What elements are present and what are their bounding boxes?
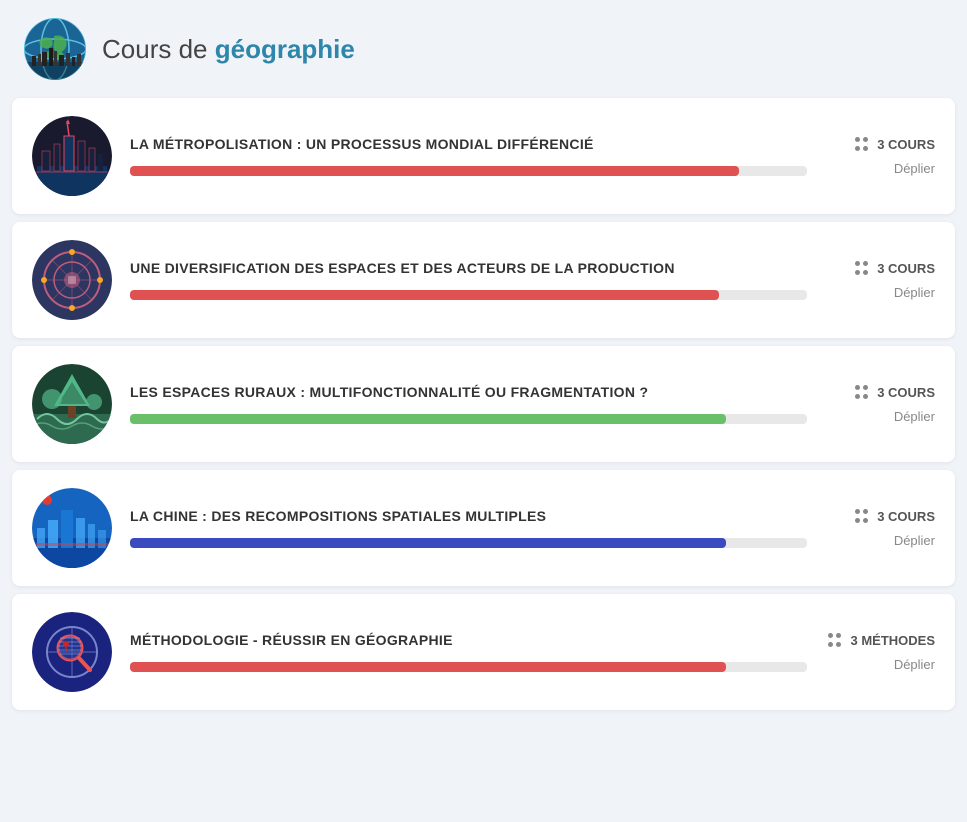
course-content-ruraux: LES ESPACES RURAUX : MULTIFONCTIONNALITÉ… (130, 384, 807, 424)
dots-icon-methodologie (828, 633, 844, 649)
course-count-methodologie: 3 MÉTHODES (828, 633, 935, 649)
course-content-metropolisation: LA MÉTROPOLISATION : UN PROCESSUS MONDIA… (130, 136, 807, 176)
deploy-button-chine[interactable]: Déplier (894, 533, 935, 548)
progress-bar-bg-chine (130, 538, 807, 548)
dots-icon-chine (855, 509, 871, 525)
course-thumb-ruraux (32, 364, 112, 444)
progress-bar-fill-chine (130, 538, 726, 548)
progress-bar-bg-ruraux (130, 414, 807, 424)
course-title-ruraux: LES ESPACES RURAUX : MULTIFONCTIONNALITÉ… (130, 384, 807, 400)
course-thumb-metropolisation (32, 116, 112, 196)
course-title-metropolisation: LA MÉTROPOLISATION : UN PROCESSUS MONDIA… (130, 136, 807, 152)
progress-bar-fill-diversification (130, 290, 719, 300)
title-bold: géographie (215, 34, 355, 64)
course-content-diversification: UNE DIVERSIFICATION DES ESPACES ET DES A… (130, 260, 807, 300)
deploy-button-methodologie[interactable]: Déplier (894, 657, 935, 672)
progress-bar-fill-methodologie (130, 662, 726, 672)
count-label-metropolisation: 3 COURS (877, 137, 935, 152)
course-thumb-diversification (32, 240, 112, 320)
progress-bar-fill-metropolisation (130, 166, 739, 176)
course-list: LA MÉTROPOLISATION : UN PROCESSUS MONDIA… (0, 98, 967, 710)
course-card-methodologie: MÉTHODOLOGIE - RÉUSSIR EN GÉOGRAPHIE 3 MÉ… (12, 594, 955, 710)
count-label-ruraux: 3 COURS (877, 385, 935, 400)
course-thumb-methodologie (32, 612, 112, 692)
dots-icon-ruraux (855, 385, 871, 401)
course-card-ruraux: LES ESPACES RURAUX : MULTIFONCTIONNALITÉ… (12, 346, 955, 462)
deploy-button-diversification[interactable]: Déplier (894, 285, 935, 300)
course-card-chine: LA CHINE : DES RECOMPOSITIONS SPATIALES … (12, 470, 955, 586)
course-count-diversification: 3 COURS (855, 261, 935, 277)
progress-bar-fill-ruraux (130, 414, 726, 424)
course-count-chine: 3 COURS (855, 509, 935, 525)
course-meta-metropolisation: 3 COURS Déplier (825, 137, 935, 176)
page-header: Cours de géographie (0, 0, 967, 98)
deploy-button-metropolisation[interactable]: Déplier (894, 161, 935, 176)
globe-icon (24, 18, 86, 80)
course-thumb-chine (32, 488, 112, 568)
title-plain: Cours de (102, 34, 215, 64)
course-meta-chine: 3 COURS Déplier (825, 509, 935, 548)
count-label-chine: 3 COURS (877, 509, 935, 524)
progress-bar-bg-diversification (130, 290, 807, 300)
page-title: Cours de géographie (102, 34, 355, 65)
course-title-chine: LA CHINE : DES RECOMPOSITIONS SPATIALES … (130, 508, 807, 524)
dots-icon-metropolisation (855, 137, 871, 153)
course-title-methodologie: MÉTHODOLOGIE - RÉUSSIR EN GÉOGRAPHIE (130, 632, 807, 648)
course-content-methodologie: MÉTHODOLOGIE - RÉUSSIR EN GÉOGRAPHIE (130, 632, 807, 672)
course-meta-diversification: 3 COURS Déplier (825, 261, 935, 300)
course-count-ruraux: 3 COURS (855, 385, 935, 401)
progress-bar-bg-methodologie (130, 662, 807, 672)
count-label-diversification: 3 COURS (877, 261, 935, 276)
dots-icon-diversification (855, 261, 871, 277)
course-meta-ruraux: 3 COURS Déplier (825, 385, 935, 424)
deploy-button-ruraux[interactable]: Déplier (894, 409, 935, 424)
course-title-diversification: UNE DIVERSIFICATION DES ESPACES ET DES A… (130, 260, 807, 276)
course-meta-methodologie: 3 MÉTHODES Déplier (825, 633, 935, 672)
course-card-metropolisation: LA MÉTROPOLISATION : UN PROCESSUS MONDIA… (12, 98, 955, 214)
progress-bar-bg-metropolisation (130, 166, 807, 176)
course-count-metropolisation: 3 COURS (855, 137, 935, 153)
course-card-diversification: UNE DIVERSIFICATION DES ESPACES ET DES A… (12, 222, 955, 338)
course-content-chine: LA CHINE : DES RECOMPOSITIONS SPATIALES … (130, 508, 807, 548)
count-label-methodologie: 3 MÉTHODES (850, 633, 935, 648)
